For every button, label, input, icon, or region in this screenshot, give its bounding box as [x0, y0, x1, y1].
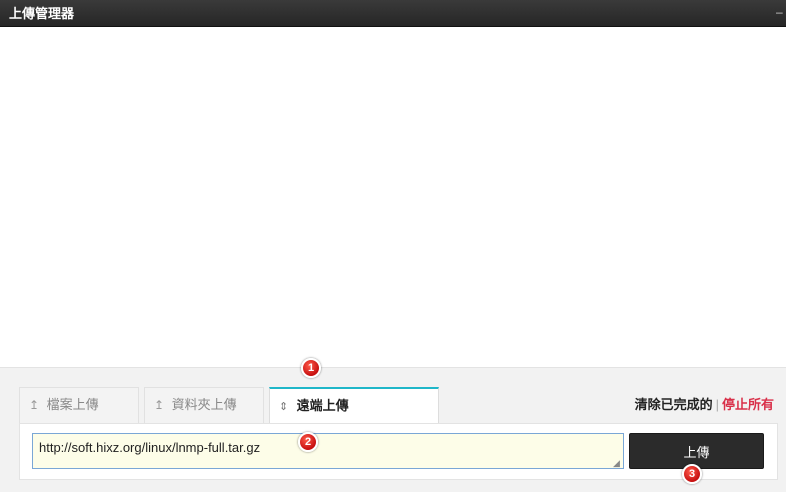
title-bar: 上傳管理器 –: [0, 0, 786, 27]
upload-button[interactable]: 上傳: [629, 433, 764, 469]
upload-arrow-icon: ↥: [29, 398, 40, 412]
separator: |: [715, 397, 719, 412]
remote-url-input[interactable]: [32, 433, 624, 469]
minimize-button[interactable]: –: [776, 5, 786, 19]
tab-folder-upload[interactable]: ↥ 資料夾上傳: [144, 387, 264, 423]
window-title: 上傳管理器: [9, 6, 75, 21]
upload-list-area: [0, 27, 786, 367]
step-marker-3: 3: [682, 464, 702, 484]
tab-file-upload[interactable]: ↥ 檔案上傳: [19, 387, 139, 423]
clear-completed-link[interactable]: 清除已完成的: [635, 397, 713, 412]
stop-all-link[interactable]: 停止所有: [722, 397, 774, 412]
tab-remote-upload[interactable]: ⇕ 遠端上傳: [269, 387, 439, 424]
tab-label: 檔案上傳: [46, 397, 99, 412]
tab-label: 資料夾上傳: [171, 397, 237, 412]
upload-arrow-icon: ↥: [154, 398, 165, 412]
resize-grip-icon[interactable]: ◢: [613, 458, 623, 468]
step-marker-2: 2: [298, 432, 318, 452]
updown-arrow-icon: ⇕: [279, 401, 289, 413]
upload-actions: 清除已完成的 | 停止所有: [635, 397, 774, 413]
step-marker-1: 1: [301, 358, 321, 378]
tab-label: 遠端上傳: [296, 398, 349, 413]
